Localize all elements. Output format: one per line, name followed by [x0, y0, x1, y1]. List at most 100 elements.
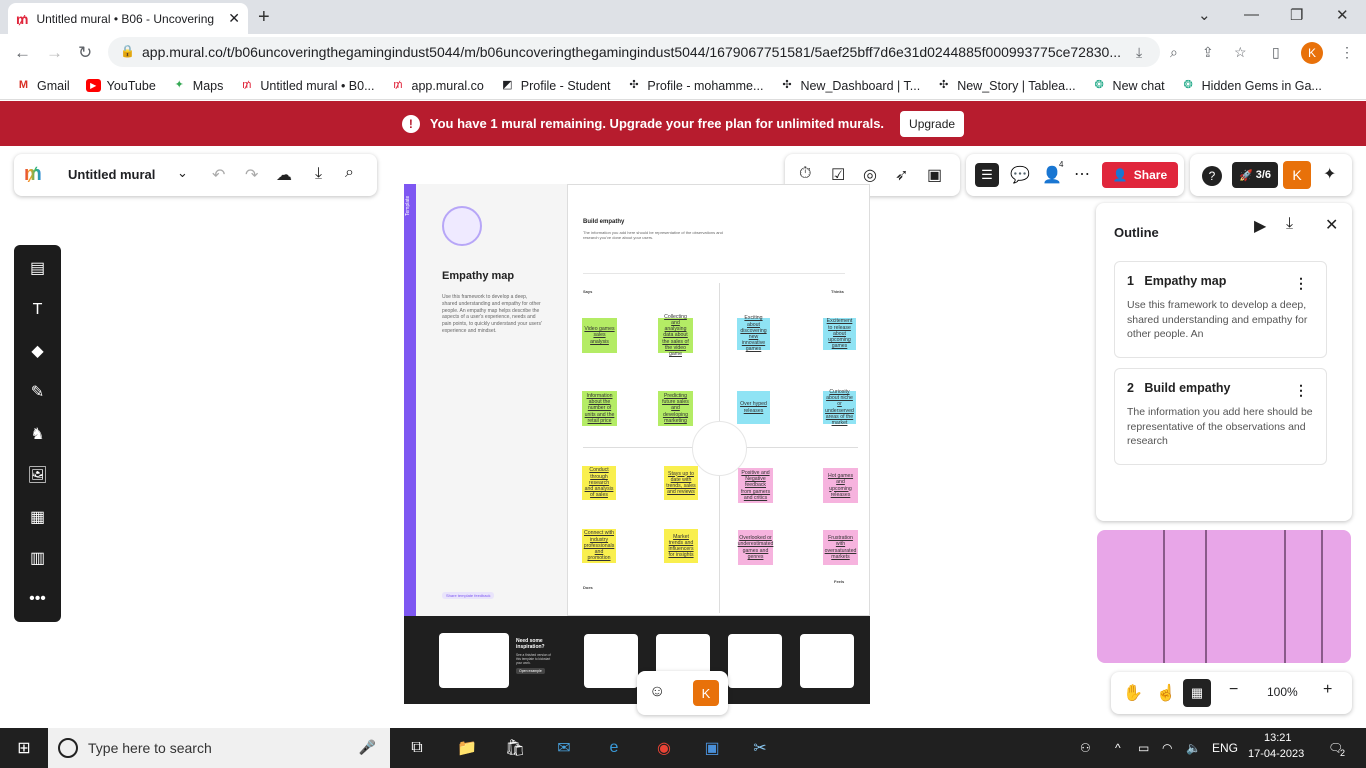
bookmark-new-story[interactable]: ✣ New_Story | Tablea... — [936, 79, 1075, 93]
zoom-out-icon[interactable]: − — [1229, 681, 1238, 699]
bookmark-maps[interactable]: ✦ Maps — [172, 79, 224, 93]
sticky-note[interactable]: Connect with industry professionals and … — [582, 529, 616, 563]
pen-icon[interactable]: ✎ — [27, 381, 48, 402]
restore-icon[interactable]: ❐ — [1290, 6, 1303, 24]
chevron-down-icon[interactable]: ⌄ — [177, 165, 188, 181]
install-icon[interactable]: ⤓ — [1136, 44, 1142, 61]
minimap[interactable] — [1097, 530, 1351, 663]
empathy-map-board[interactable]: Template Empathy map Use this framework … — [404, 184, 870, 704]
sticky-note[interactable]: Exciting about discovering new innovativ… — [737, 315, 770, 352]
sticky-note-icon[interactable]: ▤ — [27, 257, 48, 278]
clock-time[interactable]: 13:21 — [1264, 732, 1292, 744]
back-icon[interactable]: ← — [14, 43, 31, 63]
sticky-note[interactable]: Frustration with oversaturated markets — [823, 530, 858, 565]
bookmark-profile-mohammed[interactable]: ✣ Profile - mohamme... — [626, 79, 763, 93]
example-thumbnail[interactable] — [439, 633, 509, 688]
private-mode-icon[interactable]: ◎ — [863, 165, 877, 185]
windows-start-icon[interactable]: ⊞ — [12, 737, 36, 759]
bookmark-new-dashboard[interactable]: ✣ New_Dashboard | T... — [779, 79, 920, 93]
profile-avatar[interactable]: K — [1301, 42, 1323, 64]
tray-chevron-icon[interactable]: ^ — [1115, 741, 1121, 755]
url-field[interactable]: 🔒 app.mural.co/t/b06uncoveringthegamingi… — [108, 37, 1160, 67]
zoom-icon[interactable]: ⌕ — [1170, 44, 1178, 61]
clock-date[interactable]: 17-04-2023 — [1248, 748, 1304, 760]
share-page-icon[interactable]: ⇪ — [1202, 44, 1214, 61]
bookmark-profile-student[interactable]: ◩ Profile - Student — [500, 79, 610, 93]
sticky-note[interactable]: Hot games and upcoming releases — [823, 468, 858, 503]
volume-icon[interactable]: 🔈 — [1186, 741, 1201, 755]
bookmark-app-mural[interactable]: ₥ app.mural.co — [391, 79, 483, 93]
battery-icon[interactable]: ▭ — [1138, 741, 1149, 755]
people-icon[interactable]: ⚇ — [1080, 741, 1091, 755]
minimap-toggle-icon[interactable]: ▦ — [1183, 679, 1211, 707]
mural-title[interactable]: Untitled mural — [68, 167, 155, 182]
close-window-icon[interactable]: ✕ — [1336, 6, 1349, 24]
outline-item[interactable]: 1 Empathy map Use this framework to deve… — [1114, 261, 1327, 358]
mural-logo-icon[interactable]: ₥ — [24, 163, 42, 186]
toolkit-icon[interactable]: ▣ — [927, 165, 942, 185]
bookmark-hidden-gems[interactable]: ❂ Hidden Gems in Ga... — [1181, 79, 1322, 93]
store-icon[interactable]: 🛍 — [503, 737, 527, 759]
timer-icon[interactable]: ⏱ — [799, 165, 811, 183]
sticky-note[interactable]: Video games sales analysis — [582, 318, 617, 353]
shapes-icon[interactable]: ◆ — [27, 340, 48, 361]
new-tab-icon[interactable]: + — [258, 6, 270, 29]
ai-sparkle-icon[interactable]: ✦ — [1323, 164, 1336, 184]
cloud-saved-icon[interactable]: ☁ — [276, 165, 292, 185]
present-icon[interactable]: ▶ — [1254, 216, 1266, 236]
sticky-note[interactable]: Curiosity about niche or underserved are… — [823, 389, 856, 426]
template-feedback-link[interactable]: Share template feedback — [442, 592, 495, 599]
language-indicator[interactable]: ENG — [1212, 741, 1238, 755]
item-menu-icon[interactable]: ⋮ — [1294, 382, 1308, 399]
outline-toggle-icon[interactable]: ☰ — [975, 163, 999, 187]
laser-pointer-icon[interactable]: ➶ — [895, 165, 908, 185]
zoom-in-icon[interactable]: + — [1323, 681, 1332, 699]
hand-pan-icon[interactable]: ✋ — [1123, 683, 1143, 703]
onboarding-progress-button[interactable]: 🚀 3/6 — [1232, 162, 1278, 188]
sticky-note[interactable]: Positive and Negative feedback from game… — [738, 468, 773, 503]
download-icon[interactable]: ⤓ — [315, 165, 322, 183]
step-thumbnail[interactable] — [728, 634, 782, 688]
undo-icon[interactable]: ↶ — [212, 165, 225, 185]
select-mode-icon[interactable]: ☝ — [1156, 683, 1176, 703]
export-outline-icon[interactable]: ⤓ — [1286, 215, 1293, 233]
templates-icon[interactable]: ▥ — [27, 547, 48, 568]
chat-icon[interactable]: 💬 — [1010, 165, 1030, 185]
reload-icon[interactable]: ↻ — [78, 43, 92, 63]
microphone-icon[interactable]: 🎤 — [359, 739, 376, 756]
sticky-note[interactable]: Excitement to release about upcoming gam… — [823, 318, 856, 350]
outline-item[interactable]: 2 Build empathy The information you add … — [1114, 368, 1327, 465]
more-icon[interactable]: ⋯ — [1074, 164, 1090, 184]
image-icon[interactable]: 🖼 — [27, 464, 48, 485]
collaborator-avatar[interactable]: K — [693, 680, 719, 706]
sticky-note[interactable]: Conduct through research and analysis of… — [582, 466, 616, 500]
step-thumbnail[interactable] — [584, 634, 638, 688]
file-explorer-icon[interactable]: 📁 — [455, 737, 479, 759]
app-window-icon[interactable]: ▣ — [700, 737, 724, 759]
redo-icon[interactable]: ↷ — [245, 165, 258, 185]
sticky-note[interactable]: Predicting future sales and developing m… — [658, 391, 693, 426]
emoji-reaction-icon[interactable]: ☺ — [649, 683, 665, 701]
snipping-tool-icon[interactable]: ✂ — [748, 737, 772, 759]
close-tab-icon[interactable]: ✕ — [228, 10, 240, 27]
bookmark-youtube[interactable]: ▶ YouTube — [85, 79, 156, 93]
zoom-level[interactable]: 100% — [1267, 685, 1298, 699]
help-icon[interactable]: ? — [1202, 166, 1222, 186]
side-panel-icon[interactable]: ▯ — [1272, 44, 1280, 61]
user-avatar[interactable]: K — [1283, 161, 1311, 189]
item-menu-icon[interactable]: ⋮ — [1294, 275, 1308, 292]
minimize-icon[interactable]: — — [1244, 6, 1259, 23]
voting-icon[interactable]: ☑ — [831, 165, 845, 185]
edge-icon[interactable]: e — [602, 737, 626, 759]
upgrade-button[interactable]: Upgrade — [900, 110, 965, 137]
sticky-note[interactable]: Collecting and analysing data about the … — [658, 314, 693, 357]
mail-icon[interactable]: ✉ — [552, 737, 576, 759]
sticky-note[interactable]: Overlooked or underestimated games and g… — [738, 530, 773, 565]
llama-icon[interactable]: ♞ — [27, 423, 48, 444]
bookmark-new-chat[interactable]: ❂ New chat — [1092, 79, 1164, 93]
tab-search-chevron-icon[interactable]: ⌄ — [1198, 6, 1211, 24]
more-tools-icon[interactable]: ••• — [27, 588, 48, 609]
bookmark-star-icon[interactable]: ☆ — [1234, 44, 1247, 61]
sticky-note[interactable]: Market trends and influencers for insigh… — [664, 529, 698, 563]
browser-tab[interactable]: ₥ Untitled mural • B06 - Uncovering ✕ — [8, 3, 248, 34]
